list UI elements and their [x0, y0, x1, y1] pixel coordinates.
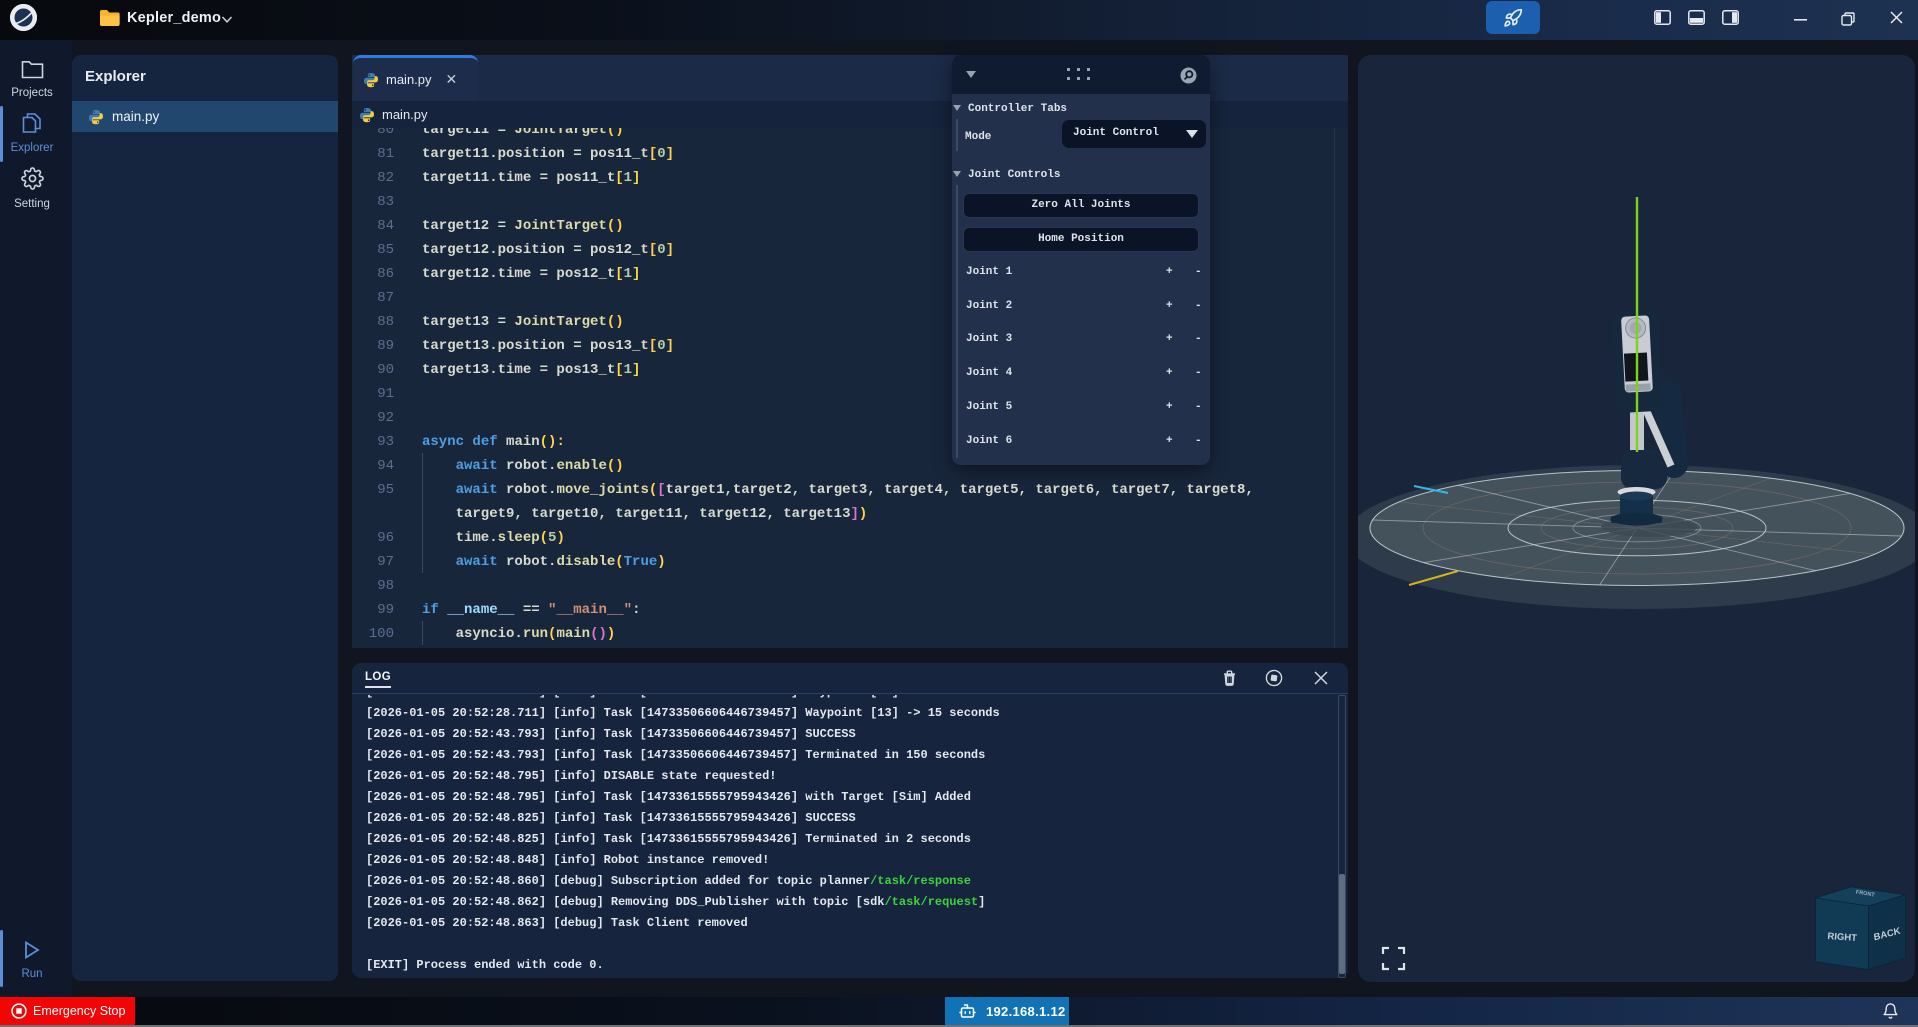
svg-text:RIGHT: RIGHT: [1827, 931, 1857, 944]
